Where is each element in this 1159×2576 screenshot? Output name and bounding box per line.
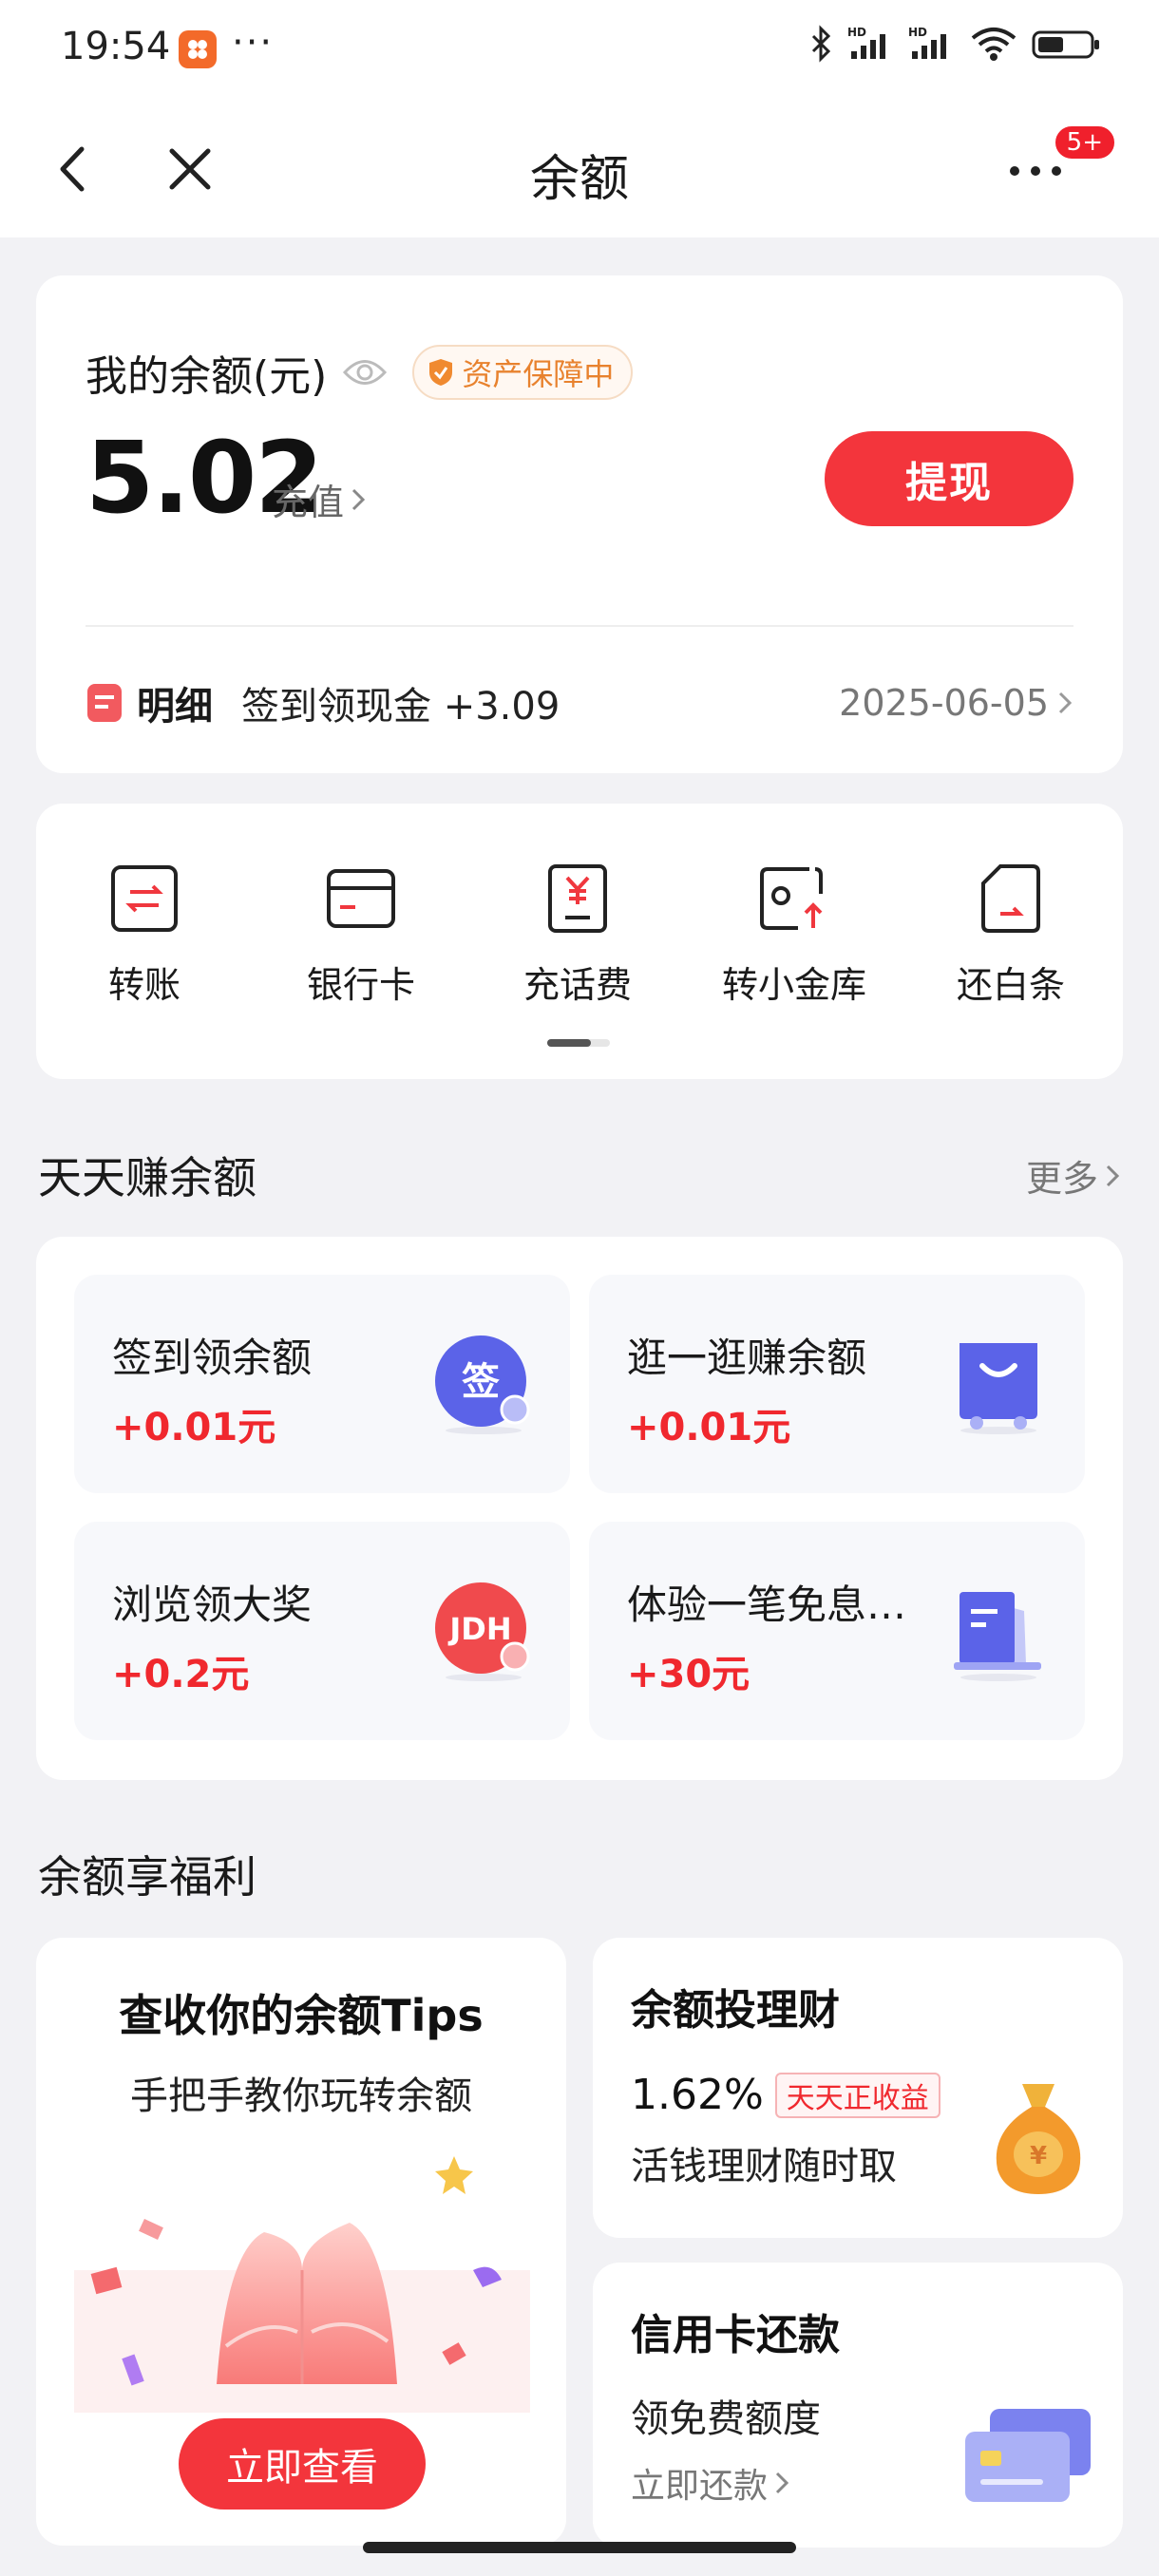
credit-card-icon <box>965 2409 1091 2502</box>
action-vault-transfer[interactable]: 转小金库 <box>686 861 902 1008</box>
balance-card: 我的余额(元) 资产保障中 5.02 充值 提现 明细 签到领现金 +3.09 … <box>36 275 1123 773</box>
earn-item-name: 体验一笔免息… <box>627 1582 907 1628</box>
balance-label-row: 我的余额(元) 资产保障中 <box>86 342 634 403</box>
action-label: 还白条 <box>956 964 1065 1006</box>
earn-item-reward: +30元 <box>627 1653 750 1696</box>
status-more-icon: ··· <box>232 21 275 65</box>
chevron-right-icon <box>1058 691 1073 714</box>
earn-item-checkin[interactable]: 签到领余额 +0.01元 签 <box>74 1275 570 1493</box>
status-bar: 19:54 ··· HD HD <box>0 0 1159 95</box>
balance-label: 我的余额(元) <box>86 352 328 401</box>
finance-rate-row: 1.62% 天天正收益 <box>631 2071 940 2119</box>
asset-protection-badge[interactable]: 资产保障中 <box>412 345 634 400</box>
nav-bar: 余额 5+ <box>0 104 1159 228</box>
repay-now-link[interactable]: 立即还款 <box>631 2458 790 2508</box>
transfer-icon <box>106 861 182 937</box>
checkin-icon-text: 签 <box>462 1360 500 1404</box>
earn-item-name: 签到领余额 <box>112 1335 313 1381</box>
asset-protection-text: 资产保障中 <box>462 356 615 392</box>
tips-title: 查收你的余额Tips <box>119 1990 484 2041</box>
book-illustration <box>74 2156 530 2413</box>
chevron-right-icon <box>352 488 366 510</box>
app-notification-icon <box>179 30 217 68</box>
recharge-label: 充值 <box>272 482 345 523</box>
action-phone-recharge[interactable]: 充话费 <box>469 861 686 1008</box>
credit-card-repay-card[interactable]: 信用卡还款 领免费额度 立即还款 <box>593 2263 1123 2548</box>
earn-item-browse-shop[interactable]: 逛一逛赚余额 +0.01元 <box>589 1275 1085 1493</box>
jdh-icon-text: JDH <box>447 1611 511 1647</box>
quick-actions-card: 转账 银行卡 充话费 转小金库 还白条 <box>36 804 1123 1079</box>
action-repay[interactable]: 还白条 <box>902 861 1119 1008</box>
action-bank-card[interactable]: 银行卡 <box>253 861 469 1008</box>
benefits-section-title: 余额享福利 <box>38 1851 256 1903</box>
checkin-icon: 签 <box>435 1335 530 1434</box>
earn-item-name: 逛一逛赚余额 <box>627 1335 867 1381</box>
signal-hd-icon: HD <box>847 26 885 59</box>
detail-date: 2025-06-05 <box>839 682 1074 724</box>
action-label: 转小金库 <box>721 964 866 1006</box>
home-indicator[interactable] <box>363 2542 796 2553</box>
money-bag-icon: ¥ <box>996 2084 1081 2194</box>
credit-subtitle: 领免费额度 <box>631 2397 821 2441</box>
vault-transfer-icon <box>756 861 832 937</box>
earn-more-link[interactable]: 更多 <box>1026 1149 1121 1202</box>
jdh-logo-icon: JDH <box>435 1582 530 1681</box>
earn-item-name: 浏览领大奖 <box>112 1582 313 1628</box>
signal-hd-icon: HD <box>908 26 946 59</box>
repay-now-label: 立即还款 <box>631 2467 769 2506</box>
bluetooth-icon <box>811 25 831 63</box>
balance-detail-row[interactable]: 明细 签到领现金 +3.09 2025-06-05 <box>86 674 1074 731</box>
phone-recharge-icon <box>540 861 616 937</box>
earn-item-browse-prize[interactable]: 浏览领大奖 +0.2元 JDH <box>74 1522 570 1740</box>
svg-text:¥: ¥ <box>1030 2142 1047 2170</box>
detail-date-text: 2025-06-05 <box>839 682 1049 724</box>
wifi-icon <box>971 28 1016 61</box>
eye-icon[interactable] <box>342 356 388 388</box>
action-label: 转账 <box>107 964 180 1006</box>
detail-latest: 签到领现金 +3.09 <box>241 685 560 729</box>
status-icons: HD HD <box>809 25 1102 63</box>
finance-subtitle: 活钱理财随时取 <box>631 2145 897 2188</box>
finance-tag: 天天正收益 <box>774 2072 940 2118</box>
chevron-right-icon <box>775 2472 789 2494</box>
repay-icon <box>973 861 1049 937</box>
bank-card-icon <box>323 861 399 937</box>
svg-text:HD: HD <box>847 26 866 39</box>
more-icon <box>1010 166 1061 176</box>
earn-item-reward: +0.01元 <box>627 1406 791 1449</box>
finance-rate: 1.62% <box>631 2071 764 2119</box>
page-title: 余额 <box>529 151 629 208</box>
tips-card[interactable]: 查收你的余额Tips 手把手教你玩转余额 立即查看 <box>36 1938 566 2546</box>
notification-badge: 5+ <box>1052 123 1117 161</box>
tips-subtitle: 手把手教你玩转余额 <box>130 2074 472 2118</box>
svg-text:HD: HD <box>908 26 927 39</box>
more-label: 更多 <box>1025 1158 1098 1200</box>
chevron-right-icon <box>1106 1165 1120 1186</box>
earn-item-reward: +0.01元 <box>112 1406 276 1449</box>
recharge-link[interactable]: 充值 <box>272 473 367 525</box>
detail-title: 明细 <box>137 685 213 729</box>
finance-title: 余额投理财 <box>631 1986 840 2035</box>
actions-pager <box>547 1039 610 1047</box>
status-time: 19:54 <box>61 25 171 68</box>
earn-item-interest-free[interactable]: 体验一笔免息… +30元 <box>589 1522 1085 1740</box>
shield-icon <box>429 359 453 386</box>
action-transfer[interactable]: 转账 <box>36 861 253 1008</box>
battery-icon <box>1032 30 1099 59</box>
action-label: 银行卡 <box>306 964 415 1006</box>
document-icon <box>954 1592 1041 1681</box>
shopping-bag-icon <box>960 1343 1037 1434</box>
action-label: 充话费 <box>522 964 632 1006</box>
finance-card[interactable]: 余额投理财 1.62% 天天正收益 活钱理财随时取 ¥ <box>593 1938 1123 2238</box>
earn-card: 签到领余额 +0.01元 签 逛一逛赚余额 +0.01元 浏览领大奖 +0.2元… <box>36 1237 1123 1780</box>
view-tips-button[interactable]: 立即查看 <box>179 2418 426 2510</box>
detail-icon <box>87 684 122 722</box>
withdraw-button[interactable]: 提现 <box>825 431 1074 526</box>
divider <box>86 625 1074 627</box>
earn-section-title: 天天赚余额 <box>38 1152 256 1203</box>
credit-title: 信用卡还款 <box>631 2311 840 2359</box>
earn-item-reward: +0.2元 <box>112 1653 250 1696</box>
top-bar: 19:54 ··· HD HD 余额 5+ <box>0 0 1159 237</box>
quick-actions: 转账 银行卡 充话费 转小金库 还白条 <box>36 861 1123 1008</box>
